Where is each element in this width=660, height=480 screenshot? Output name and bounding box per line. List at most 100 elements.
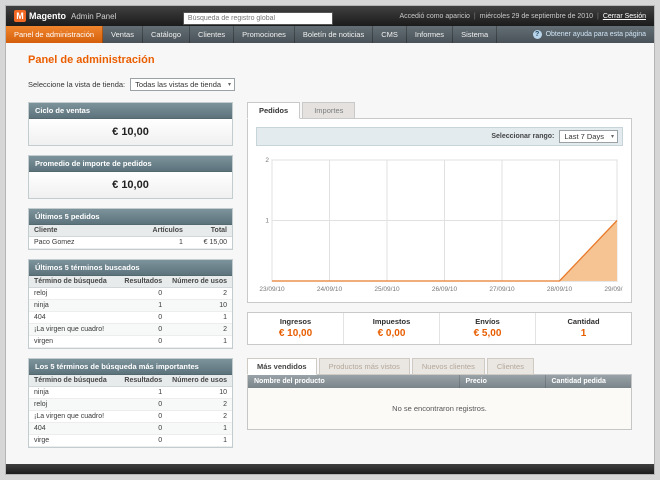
grid-column-header[interactable]: Nombre del producto <box>248 375 460 388</box>
dashboard-right-column: Pedidos Importes Seleccionar rango: Last… <box>247 102 632 430</box>
box-title: Últimos 5 términos buscados <box>29 260 232 276</box>
column-header: Resultados <box>119 276 168 288</box>
brand-name: Magento <box>29 11 66 21</box>
table-row[interactable]: ninja 1 10 <box>29 299 232 312</box>
top-search-terms-box: Los 5 términos de búsqueda más important… <box>28 358 233 448</box>
products-grid: Nombre del producto Precio Cantidad pedi… <box>248 375 631 429</box>
page-title: Panel de administración <box>28 54 155 66</box>
store-switcher: Seleccione la vista de tienda: Todas las… <box>28 78 632 91</box>
svg-text:2: 2 <box>265 157 269 164</box>
stat-value: 1 <box>580 328 587 339</box>
stat-value: € 0,00 <box>377 328 406 339</box>
table-row[interactable]: reloj 0 2 <box>29 398 232 411</box>
table-row[interactable]: virge 0 1 <box>29 434 232 447</box>
products-grid-wrap: Nombre del producto Precio Cantidad pedi… <box>247 374 632 430</box>
divider <box>474 13 476 20</box>
grid-tabs: Más vendidos Productos más vistos Nuevos… <box>247 358 632 375</box>
stat-label: Ingresos <box>279 317 312 326</box>
empty-message: No se encontraron registros. <box>248 388 631 429</box>
range-toolbar: Seleccionar rango: Last 7 Days <box>256 127 623 146</box>
stat-value: € 5,00 <box>473 328 502 339</box>
top-search-terms-table: Término de búsqueda Resultados Número de… <box>29 375 232 447</box>
nav-item[interactable]: Promociones <box>234 26 295 43</box>
box-title: Promedio de importe de pedidos <box>29 156 232 172</box>
svg-text:28/09/10: 28/09/10 <box>547 286 573 293</box>
divider <box>597 13 599 20</box>
global-search-input[interactable] <box>182 12 333 25</box>
svg-text:26/09/10: 26/09/10 <box>432 286 458 293</box>
grid-tab[interactable]: Clientes <box>486 358 534 375</box>
table-row[interactable]: 404 0 1 <box>29 311 232 324</box>
stat-label: Envíos <box>475 317 500 326</box>
nav-item[interactable]: Sistema <box>453 26 498 43</box>
store-view-select[interactable]: Todas las vistas de tienda <box>130 78 236 91</box>
nav-item[interactable]: CMS <box>373 26 407 43</box>
last-search-terms-box: Últimos 5 términos buscados Término de b… <box>28 259 233 349</box>
grid-tab[interactable]: Nuevos clientes <box>411 358 485 375</box>
last-orders-box: Últimos 5 pedidos Cliente Artículos Tota… <box>28 208 233 250</box>
main-nav: Panel de administración Ventas Catálogo … <box>6 26 654 43</box>
svg-text:27/09/10: 27/09/10 <box>489 286 515 293</box>
nav-item[interactable]: Boletín de noticias <box>295 26 374 43</box>
table-row[interactable]: Paco Gomez 1 € 15,00 <box>29 236 232 249</box>
lifetime-sales-box: Ciclo de ventas € 10,00 <box>28 102 233 146</box>
box-title: Los 5 términos de búsqueda más important… <box>29 359 232 375</box>
grid-column-header[interactable]: Cantidad pedida <box>545 375 631 388</box>
average-orders-box: Promedio de importe de pedidos € 10,00 <box>28 155 233 199</box>
chart-tab[interactable]: Importes <box>302 102 356 119</box>
table-row[interactable]: virgen 0 1 <box>29 335 232 348</box>
orders-tab-panel: Seleccionar rango: Last 7 Days 23/09/10 2… <box>247 118 632 303</box>
logged-in-text: Accedió como aparicio <box>399 12 470 20</box>
average-orders-value: € 10,00 <box>29 172 232 198</box>
help-link[interactable]: ? Obtener ayuda para esta página <box>525 26 654 43</box>
logout-link[interactable]: Cerrar Sesión <box>603 13 646 20</box>
column-header: Artículos <box>134 225 188 237</box>
table-row[interactable]: reloj 0 2 <box>29 287 232 300</box>
grid-tab[interactable]: Productos más vistos <box>318 358 410 375</box>
help-icon: ? <box>532 30 542 39</box>
table-row[interactable]: 404 0 1 <box>29 422 232 435</box>
column-header: Término de búsqueda <box>29 375 120 387</box>
last-orders-table: Cliente Artículos Total Paco Gomez 1 € 1… <box>29 225 232 249</box>
header-date: miércoles 29 de septiembre de 2010 <box>479 12 593 20</box>
nav-item[interactable]: Panel de administración <box>6 26 104 43</box>
nav-item[interactable]: Catálogo <box>143 26 191 43</box>
svg-text:29/09/10: 29/09/10 <box>604 286 623 293</box>
content-area: Panel de administración Seleccione la vi… <box>6 43 654 464</box>
stat-cell: Ingresos € 10,00 <box>248 313 344 344</box>
table-row[interactable]: ¡La virgen que cuadro! 0 2 <box>29 323 232 336</box>
chart-tab[interactable]: Pedidos <box>247 102 301 119</box>
store-switcher-label: Seleccione la vista de tienda: <box>28 80 126 89</box>
range-select[interactable]: Last 7 Days <box>559 130 618 143</box>
column-header: Total <box>187 225 232 237</box>
box-title: Ciclo de ventas <box>29 103 232 119</box>
admin-header: M Magento Admin Panel Accedió como apari… <box>6 6 654 26</box>
svg-text:24/09/10: 24/09/10 <box>317 286 343 293</box>
svg-text:23/09/10: 23/09/10 <box>259 286 285 293</box>
store-view-value: Todas las vistas de tienda <box>135 80 222 89</box>
svg-text:25/09/10: 25/09/10 <box>374 286 400 293</box>
stat-cell: Impuestos € 0,00 <box>344 313 440 344</box>
column-header: Término de búsqueda <box>29 276 120 288</box>
dashboard: Ciclo de ventas € 10,00 Promedio de impo… <box>28 102 632 448</box>
magento-logo: M Magento Admin Panel <box>14 10 116 22</box>
magento-logo-icon: M <box>14 10 26 22</box>
lifetime-sales-value: € 10,00 <box>29 119 232 145</box>
table-row[interactable]: ¡La virgen que cuadro! 0 2 <box>29 410 232 423</box>
svg-text:1: 1 <box>265 218 269 225</box>
grid-tab[interactable]: Más vendidos <box>247 358 317 375</box>
column-header: Resultados <box>119 375 168 387</box>
table-row[interactable]: ninja 1 10 <box>29 386 232 399</box>
chevron-down-icon <box>611 134 614 140</box>
nav-item[interactable]: Informes <box>407 26 454 43</box>
nav-item[interactable]: Clientes <box>190 26 235 43</box>
admin-footer <box>6 464 654 474</box>
chart-tabs: Pedidos Importes <box>247 102 632 119</box>
admin-page: M Magento Admin Panel Accedió como apari… <box>5 5 655 475</box>
column-header: Cliente <box>29 225 135 237</box>
dashboard-left-column: Ciclo de ventas € 10,00 Promedio de impo… <box>28 102 233 448</box>
grid-column-header[interactable]: Precio <box>459 375 546 388</box>
nav-item[interactable]: Ventas <box>103 26 143 43</box>
stat-cell: Cantidad 1 <box>536 313 631 344</box>
brand-suffix: Admin Panel <box>71 11 117 21</box>
